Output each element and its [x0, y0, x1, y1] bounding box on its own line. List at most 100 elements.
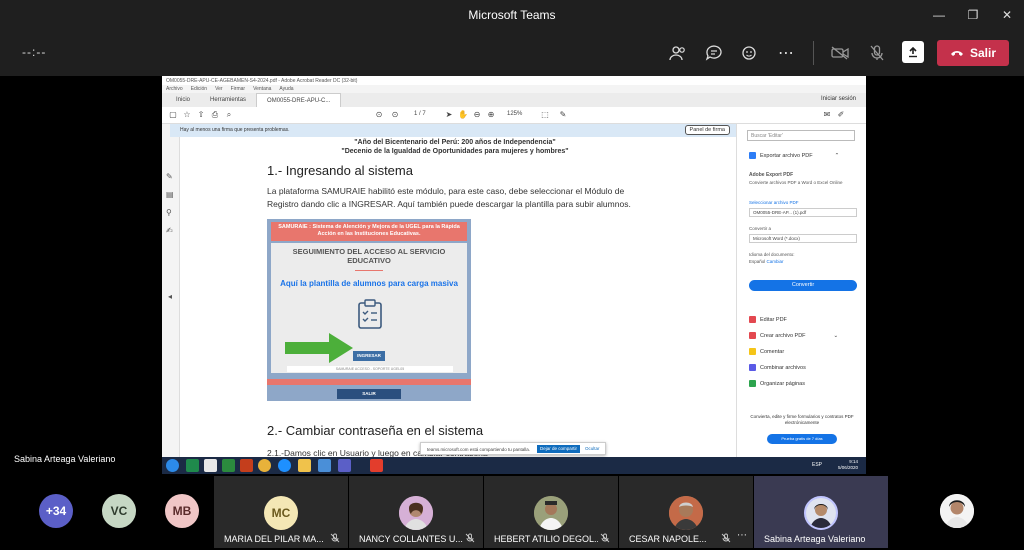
camera-off-icon[interactable]: [827, 40, 853, 66]
participant-tile[interactable]: HEBERT ATILIO DEGOL...: [484, 476, 618, 548]
minimize-icon[interactable]: —: [922, 0, 956, 30]
tool-label: Editar PDF: [760, 316, 787, 323]
powerpoint-icon[interactable]: [240, 459, 253, 472]
document-app-icon[interactable]: [204, 459, 217, 472]
keyboard-language[interactable]: ESP: [812, 462, 822, 468]
signature-notice-bar: Hay al menos una firma que presenta prob…: [170, 124, 736, 137]
more-options-icon[interactable]: ⋯: [737, 530, 747, 541]
convert-button[interactable]: Convertir: [749, 280, 857, 291]
participant-tile[interactable]: NANCY COLLANTES U...: [349, 476, 483, 548]
comment-icon[interactable]: ✉: [822, 110, 832, 120]
chrome-icon[interactable]: [258, 459, 271, 472]
tab-inicio[interactable]: Inicio: [166, 93, 200, 107]
more-options-icon[interactable]: ⋯: [773, 40, 799, 66]
tool-label: Combinar archivos: [760, 364, 806, 371]
presenter-name: Sabina Arteaga Valeriano: [14, 454, 116, 464]
sign-tool-icon[interactable]: ✎: [558, 110, 568, 120]
tool-organize[interactable]: Organizar páginas: [749, 380, 805, 387]
export-label: Exportar archivo PDF: [760, 152, 813, 159]
sign-icon[interactable]: ✎: [166, 172, 175, 181]
tool-label: Crear archivo PDF: [760, 332, 806, 339]
menu-item[interactable]: Archivo: [166, 86, 183, 92]
folder-icon[interactable]: [298, 459, 311, 472]
menu-item[interactable]: Ver: [215, 86, 223, 92]
avatar[interactable]: VC: [102, 494, 136, 528]
export-description: Convierte archivos PDF a Word o Excel On…: [749, 180, 843, 185]
stop-sharing-button[interactable]: Dejar de compartir: [537, 445, 581, 453]
menu-item[interactable]: Firmar: [231, 86, 245, 92]
search-icon[interactable]: ⌕: [224, 110, 234, 120]
signature-panel-button[interactable]: Panel de firma: [684, 125, 730, 135]
leave-button[interactable]: Salir: [937, 40, 1009, 66]
clipboard-icon: [358, 299, 382, 329]
save-icon[interactable]: ▢: [168, 110, 178, 120]
page-down-icon[interactable]: ⊙: [390, 110, 400, 120]
page-up-icon[interactable]: ⊙: [374, 110, 384, 120]
collapse-arrow-icon[interactable]: ◂: [168, 292, 177, 301]
meeting-timer: --:--: [22, 45, 47, 59]
close-icon[interactable]: ✕: [990, 0, 1024, 30]
tool-comment[interactable]: Comentar: [749, 348, 784, 355]
browser-icon[interactable]: [278, 459, 291, 472]
hide-banner-link[interactable]: Ocultar: [585, 446, 600, 451]
signature-panel-icon[interactable]: ✍: [166, 226, 175, 235]
hand-tool-icon[interactable]: ✋: [458, 110, 468, 120]
mic-off-icon[interactable]: [864, 40, 890, 66]
select-tool-icon[interactable]: ➤: [444, 110, 454, 120]
attachment-icon[interactable]: ⚲: [166, 208, 175, 217]
tab-document[interactable]: OM0055-DRE-APU-C...: [256, 93, 342, 107]
sign-in-link[interactable]: Iniciar sesión: [821, 96, 856, 102]
reactions-icon[interactable]: [737, 40, 763, 66]
tab-herramientas[interactable]: Herramientas: [200, 93, 256, 107]
menu-item[interactable]: Ayuda: [279, 86, 293, 92]
format-dropdown[interactable]: Microsoft Word (*.docx): [749, 234, 857, 243]
reader-menu-bar: Archivo Edición Ver Firmar Ventana Ayuda: [162, 85, 866, 93]
signature-warning: Hay al menos una firma que presenta prob…: [180, 127, 290, 133]
pages-icon[interactable]: ▤: [166, 190, 175, 199]
restore-icon[interactable]: ❐: [956, 0, 990, 30]
menu-item[interactable]: Edición: [191, 86, 207, 92]
self-view-avatar[interactable]: [940, 494, 974, 528]
participants-icon[interactable]: [665, 40, 691, 66]
samurai-salir-button: SALIR: [337, 389, 401, 399]
document-page: "Año del Bicentenario del Perú: 200 años…: [190, 137, 720, 457]
page-indicator[interactable]: 1 / 7: [414, 111, 426, 117]
pen-icon[interactable]: ✐: [836, 110, 846, 120]
app-icon[interactable]: [318, 459, 331, 472]
participant-tile[interactable]: MC MARIA DEL PILAR MA...: [214, 476, 348, 548]
samurai-accent-bar: [267, 379, 471, 385]
zoom-in-icon[interactable]: ⊕: [486, 110, 496, 120]
bookmark-icon[interactable]: ☆: [182, 110, 192, 120]
teams-taskbar-icon[interactable]: [338, 459, 351, 472]
template-link: Aquí la plantilla de alumnos para carga …: [280, 279, 458, 288]
tool-combine[interactable]: Combinar archivos: [749, 364, 806, 371]
participant-tile-active[interactable]: Sabina Arteaga Valeriano: [754, 476, 888, 548]
tools-search-input[interactable]: Buscar 'Editar': [747, 130, 855, 141]
upload-icon[interactable]: ⇧: [196, 110, 206, 120]
share-screen-button[interactable]: [902, 41, 924, 63]
free-trial-button[interactable]: Prueba gratis de 7 días: [767, 434, 837, 444]
start-icon[interactable]: [166, 459, 179, 472]
tool-edit-pdf[interactable]: Editar PDF: [749, 316, 787, 323]
print-icon[interactable]: ⎙: [210, 110, 220, 120]
export-pdf-item[interactable]: Exportar archivo PDF ⌃: [749, 152, 839, 159]
avatar[interactable]: MB: [165, 494, 199, 528]
fit-page-icon[interactable]: ⬚: [540, 110, 550, 120]
participant-tile[interactable]: CESAR NAPOLE... ⋯: [619, 476, 753, 548]
acrobat-icon[interactable]: [370, 459, 383, 472]
selected-file-field[interactable]: OM0055-DRE-AP... (1).pdf: [749, 208, 857, 217]
overflow-participants-button[interactable]: +34: [39, 494, 73, 528]
tool-create-pdf[interactable]: Crear archivo PDF ⌄: [749, 332, 838, 339]
avatar: [534, 496, 568, 530]
title-bar: Microsoft Teams — ❐ ✕: [0, 0, 1024, 30]
zoom-out-icon[interactable]: ⊖: [472, 110, 482, 120]
language-value: Español: [749, 259, 766, 264]
app-icon[interactable]: [222, 459, 235, 472]
avatar: [669, 496, 703, 530]
menu-item[interactable]: Ventana: [253, 86, 271, 92]
language-change-link[interactable]: Cambiar: [767, 259, 784, 264]
chat-icon[interactable]: [701, 40, 727, 66]
mic-off-icon: [600, 533, 610, 543]
excel-icon[interactable]: [186, 459, 199, 472]
zoom-level[interactable]: 125%: [507, 111, 522, 117]
